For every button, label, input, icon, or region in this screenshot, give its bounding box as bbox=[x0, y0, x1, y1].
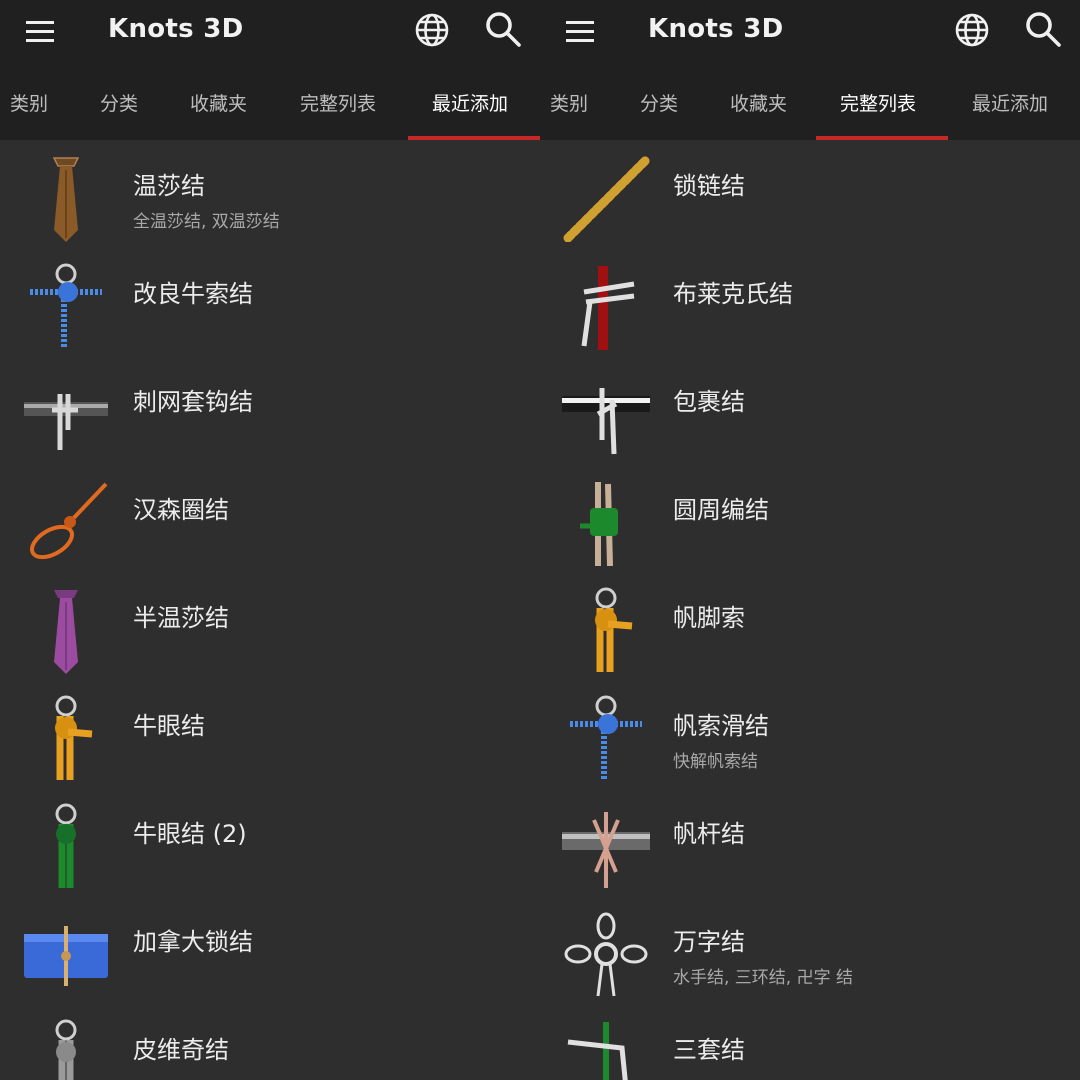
ring-knot-blue-icon bbox=[22, 262, 110, 350]
list-item[interactable]: 改良牛索结 bbox=[0, 248, 540, 356]
hamburger-menu-icon[interactable] bbox=[24, 18, 60, 46]
knot-list: 温莎结全温莎结, 双温莎结 改良牛索结 刺网套钩结 汉森圈结 半温莎结 牛眼结 … bbox=[0, 140, 540, 1080]
tab-favorites[interactable]: 收藏夹 bbox=[730, 64, 787, 140]
chain-sinnet-gold-icon bbox=[562, 154, 650, 242]
hamburger-menu-icon[interactable] bbox=[564, 18, 600, 46]
tab-classification[interactable]: 分类 bbox=[640, 64, 678, 140]
item-subtitle: 水手结, 三环结, 卍字 结 bbox=[673, 968, 854, 988]
item-title: 三套结 bbox=[673, 1036, 745, 1064]
item-title: 皮维奇结 bbox=[133, 1036, 229, 1064]
list-item[interactable]: 半温莎结 bbox=[0, 572, 540, 680]
ring-knot-blue-icon bbox=[562, 694, 650, 782]
necktie-purple-icon bbox=[22, 586, 110, 674]
item-title: 帆索滑结 bbox=[673, 712, 769, 740]
item-title: 加拿大锁结 bbox=[133, 928, 253, 956]
globe-icon[interactable] bbox=[952, 10, 992, 50]
magnifier-icon[interactable] bbox=[1022, 8, 1066, 52]
item-title: 温莎结 bbox=[133, 172, 205, 200]
item-title: 圆周编结 bbox=[673, 496, 769, 524]
tab-recently-added[interactable]: 最近添加 bbox=[972, 64, 1048, 140]
item-subtitle: 快解帆索结 bbox=[673, 752, 758, 772]
list-item[interactable]: 汉森圈结 bbox=[0, 464, 540, 572]
item-title: 牛眼结 (2) bbox=[133, 820, 247, 848]
tab-favorites[interactable]: 收藏夹 bbox=[190, 64, 247, 140]
magnifier-icon[interactable] bbox=[482, 8, 526, 52]
list-item[interactable]: 万字结水手结, 三环结, 卍字 结 bbox=[540, 896, 1080, 1004]
ring-knot-yellow-icon bbox=[22, 694, 110, 782]
tab-categories[interactable]: 类别 bbox=[10, 64, 48, 140]
tab-recently-added[interactable]: 最近添加 bbox=[432, 64, 508, 140]
poles-lashing-green-icon bbox=[562, 478, 650, 566]
tab-categories[interactable]: 类别 bbox=[550, 64, 588, 140]
list-item[interactable]: 锁链结 bbox=[540, 140, 1080, 248]
item-title: 汉森圈结 bbox=[133, 496, 229, 524]
item-title: 锁链结 bbox=[673, 172, 745, 200]
list-item[interactable]: 帆索滑结 快解帆索结 bbox=[540, 680, 1080, 788]
blue-pad-knot-icon bbox=[22, 910, 110, 998]
bar-hitch-white-icon bbox=[562, 370, 650, 458]
item-title: 牛眼结 bbox=[133, 712, 205, 740]
ring-knot-grey-icon bbox=[22, 1018, 110, 1080]
knot-list: 锁链结 布莱克氏结 包裹结 圆周编结 帆脚索 帆索滑结快解帆索结 帆杆结 万字 bbox=[540, 140, 1080, 1080]
tab-full-list[interactable]: 完整列表 bbox=[840, 64, 916, 140]
app-bar: Knots 3D bbox=[540, 0, 1080, 64]
list-item[interactable]: 温莎结全温莎结, 双温莎结 bbox=[0, 140, 540, 248]
app-bar: Knots 3D bbox=[0, 0, 540, 64]
list-item[interactable]: 帆杆结 bbox=[540, 788, 1080, 896]
item-title: 万字结 bbox=[673, 928, 745, 956]
necktie-brown-icon bbox=[22, 154, 110, 242]
list-item[interactable]: 刺网套钩结 bbox=[0, 356, 540, 464]
list-item[interactable]: 皮维奇结 bbox=[0, 1004, 540, 1080]
globe-icon[interactable] bbox=[412, 10, 452, 50]
cross-knot-white-icon bbox=[562, 910, 650, 998]
tab-bar: 类别 分类 收藏夹 完整列表 最近添加 bbox=[540, 64, 1080, 140]
list-item[interactable]: 牛眼结 bbox=[0, 680, 540, 788]
screen-full-list: Knots 3D 类别 分类 收藏夹 完整列表 最近添加 锁链结 布莱克氏结 包… bbox=[540, 0, 1080, 1080]
item-title: 半温莎结 bbox=[133, 604, 229, 632]
list-item[interactable]: 牛眼结 (2) bbox=[0, 788, 540, 896]
pole-hitch-red-white-icon bbox=[562, 262, 650, 350]
tab-bar: 类别 分类 收藏夹 完整列表 最近添加 bbox=[0, 64, 540, 140]
app-title: Knots 3D bbox=[108, 14, 244, 44]
item-title: 帆脚索 bbox=[673, 604, 745, 632]
item-title: 刺网套钩结 bbox=[133, 388, 253, 416]
item-title: 布莱克氏结 bbox=[673, 280, 793, 308]
green-white-knot-icon bbox=[562, 1018, 650, 1080]
list-item[interactable]: 帆脚索 bbox=[540, 572, 1080, 680]
list-item[interactable]: 布莱克氏结 bbox=[540, 248, 1080, 356]
list-item[interactable]: 圆周编结 bbox=[540, 464, 1080, 572]
list-item[interactable]: 加拿大锁结 bbox=[0, 896, 540, 1004]
item-title: 改良牛索结 bbox=[133, 280, 253, 308]
bar-hitch-grey-icon bbox=[22, 370, 110, 458]
tab-full-list[interactable]: 完整列表 bbox=[300, 64, 376, 140]
item-subtitle: 全温莎结, 双温莎结 bbox=[133, 212, 280, 232]
ring-knot-yellow-icon bbox=[562, 586, 650, 674]
item-title: 帆杆结 bbox=[673, 820, 745, 848]
tab-classification[interactable]: 分类 bbox=[100, 64, 138, 140]
bar-hitch-pink-icon bbox=[562, 802, 650, 890]
list-item[interactable]: 包裹结 bbox=[540, 356, 1080, 464]
app-title: Knots 3D bbox=[648, 14, 784, 44]
item-title: 包裹结 bbox=[673, 388, 745, 416]
screen-recently-added: Knots 3D 类别 分类 收藏夹 完整列表 最近添加 温莎结全温莎结, 双温… bbox=[0, 0, 540, 1080]
noose-loop-orange-icon bbox=[22, 478, 110, 566]
ring-knot-green-icon bbox=[22, 802, 110, 890]
list-item[interactable]: 三套结 bbox=[540, 1004, 1080, 1080]
